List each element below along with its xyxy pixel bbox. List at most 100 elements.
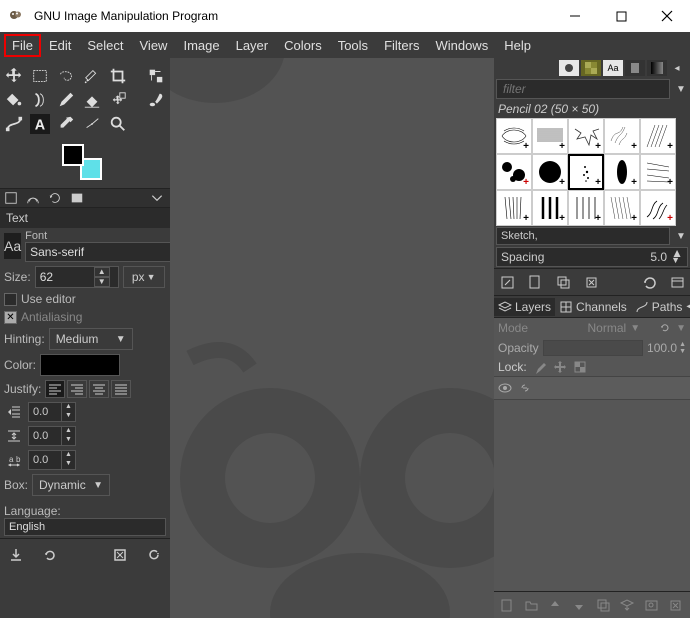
window-close-button[interactable]	[644, 0, 690, 32]
delete-brush-icon[interactable]	[582, 273, 600, 291]
rect-select-tool-icon[interactable]	[30, 66, 50, 86]
canvas-area[interactable]	[170, 58, 494, 618]
mask-icon[interactable]	[642, 596, 660, 614]
line-spacing-spinner[interactable]: 0.0▲▼	[28, 426, 76, 446]
gradient-tool-icon[interactable]	[30, 90, 50, 110]
duplicate-layer-icon[interactable]	[594, 596, 612, 614]
font-button[interactable]: Aa	[4, 233, 21, 259]
crop-tool-icon[interactable]	[108, 66, 128, 86]
raise-layer-icon[interactable]	[546, 596, 564, 614]
indent-spinner[interactable]: 0.0▲▼	[28, 402, 76, 422]
use-editor-checkbox[interactable]	[4, 293, 17, 306]
gradients-tab-icon[interactable]	[647, 60, 667, 76]
color-picker-tool-icon[interactable]	[56, 114, 76, 134]
font-input[interactable]	[25, 242, 170, 262]
brush-item[interactable]: +	[640, 154, 676, 190]
window-minimize-button[interactable]	[552, 0, 598, 32]
path-tool-icon[interactable]	[4, 114, 24, 134]
brushes-tab-icon[interactable]	[559, 60, 579, 76]
brush-item[interactable]: +	[568, 118, 604, 154]
tab-channels[interactable]: Channels	[555, 298, 631, 316]
brush-item[interactable]: +	[604, 154, 640, 190]
brush-item[interactable]: +	[532, 118, 568, 154]
window-maximize-button[interactable]	[598, 0, 644, 32]
language-input[interactable]	[4, 518, 166, 536]
menu-select[interactable]: Select	[79, 34, 131, 57]
menu-tools[interactable]: Tools	[330, 34, 376, 57]
size-down-icon[interactable]: ▼	[94, 277, 110, 287]
brush-item[interactable]: +	[496, 154, 532, 190]
fonts-tab-icon[interactable]: Aa	[603, 60, 623, 76]
open-as-image-icon[interactable]	[668, 273, 686, 291]
menu-colors[interactable]: Colors	[276, 34, 330, 57]
filter-dropdown-icon[interactable]: ▼	[672, 84, 690, 95]
configure-tab-icon[interactable]	[146, 189, 168, 207]
box-select[interactable]: Dynamic▼	[32, 474, 110, 496]
refresh-brushes-icon[interactable]	[640, 273, 658, 291]
clone-tool-icon[interactable]	[108, 90, 128, 110]
brush-item[interactable]: +	[568, 190, 604, 226]
mode-switch-dropdown-icon[interactable]: ▼	[676, 323, 686, 334]
size-spinner[interactable]: ▲▼	[35, 266, 119, 288]
menu-layer[interactable]: Layer	[228, 34, 277, 57]
opacity-spinner[interactable]: ▲▼	[679, 341, 686, 355]
brush-filter-input[interactable]	[496, 79, 670, 99]
free-select-tool-icon[interactable]	[56, 66, 76, 86]
configure-lower-tab-icon[interactable]: ◂	[686, 299, 690, 315]
mode-switch-icon[interactable]	[658, 321, 672, 335]
configure-upper-tab-icon[interactable]: ◂	[669, 60, 685, 76]
tool-options-tab-icon[interactable]	[0, 189, 22, 207]
brush-item[interactable]: +	[604, 190, 640, 226]
paintbrush-tool-icon[interactable]	[146, 90, 166, 110]
menu-file[interactable]: File	[4, 34, 41, 57]
brush-item[interactable]: +	[604, 118, 640, 154]
menu-view[interactable]: View	[132, 34, 176, 57]
color-swatches[interactable]	[62, 144, 106, 180]
edit-brush-icon[interactable]	[498, 273, 516, 291]
brush-item[interactable]: +	[640, 190, 676, 226]
patterns-tab-icon[interactable]	[581, 60, 601, 76]
text-tool-icon[interactable]: A	[30, 114, 50, 134]
mode-dropdown-icon[interactable]: ▼	[630, 323, 640, 334]
tag-dropdown-icon[interactable]: ▼	[672, 231, 690, 242]
opacity-slider[interactable]	[543, 340, 643, 356]
brush-item[interactable]: +	[532, 154, 568, 190]
menu-filters[interactable]: Filters	[376, 34, 427, 57]
undo-history-tab-icon[interactable]	[44, 189, 66, 207]
menu-help[interactable]: Help	[496, 34, 539, 57]
size-unit-select[interactable]: px▼	[123, 266, 165, 288]
zoom-tool-icon[interactable]	[108, 114, 128, 134]
brush-item[interactable]: +	[496, 190, 532, 226]
size-up-icon[interactable]: ▲	[94, 267, 110, 277]
spacing-spinner[interactable]: ▲▼	[671, 250, 683, 264]
brush-item[interactable]: +	[496, 118, 532, 154]
measure-tool-icon[interactable]	[82, 114, 102, 134]
justify-center-icon[interactable]	[89, 380, 109, 398]
menu-windows[interactable]: Windows	[427, 34, 496, 57]
images-tab-icon[interactable]	[66, 189, 88, 207]
lock-pixels-icon[interactable]	[533, 360, 547, 374]
brush-tag-input[interactable]	[496, 227, 670, 245]
justify-right-icon[interactable]	[67, 380, 87, 398]
hinting-select[interactable]: Medium▼	[49, 328, 133, 350]
device-status-tab-icon[interactable]	[22, 189, 44, 207]
lower-layer-icon[interactable]	[570, 596, 588, 614]
new-brush-icon[interactable]	[526, 273, 544, 291]
bucket-fill-tool-icon[interactable]	[4, 90, 24, 110]
save-tool-preset-icon[interactable]	[6, 545, 26, 565]
pencil-tool-icon[interactable]	[56, 90, 76, 110]
move-tool-icon[interactable]	[4, 66, 24, 86]
brush-item[interactable]: +	[640, 118, 676, 154]
lock-position-icon[interactable]	[553, 360, 567, 374]
eraser-tool-icon[interactable]	[82, 90, 102, 110]
document-history-tab-icon[interactable]	[625, 60, 645, 76]
tab-paths[interactable]: Paths	[631, 298, 687, 316]
new-layer-group-icon[interactable]	[522, 596, 540, 614]
new-layer-icon[interactable]	[498, 596, 516, 614]
brush-item[interactable]: +	[532, 190, 568, 226]
justify-left-icon[interactable]	[45, 380, 65, 398]
link-icon[interactable]	[518, 381, 532, 395]
visibility-eye-icon[interactable]	[498, 381, 512, 395]
reset-tool-preset-icon[interactable]	[144, 545, 164, 565]
delete-tool-preset-icon[interactable]	[110, 545, 130, 565]
